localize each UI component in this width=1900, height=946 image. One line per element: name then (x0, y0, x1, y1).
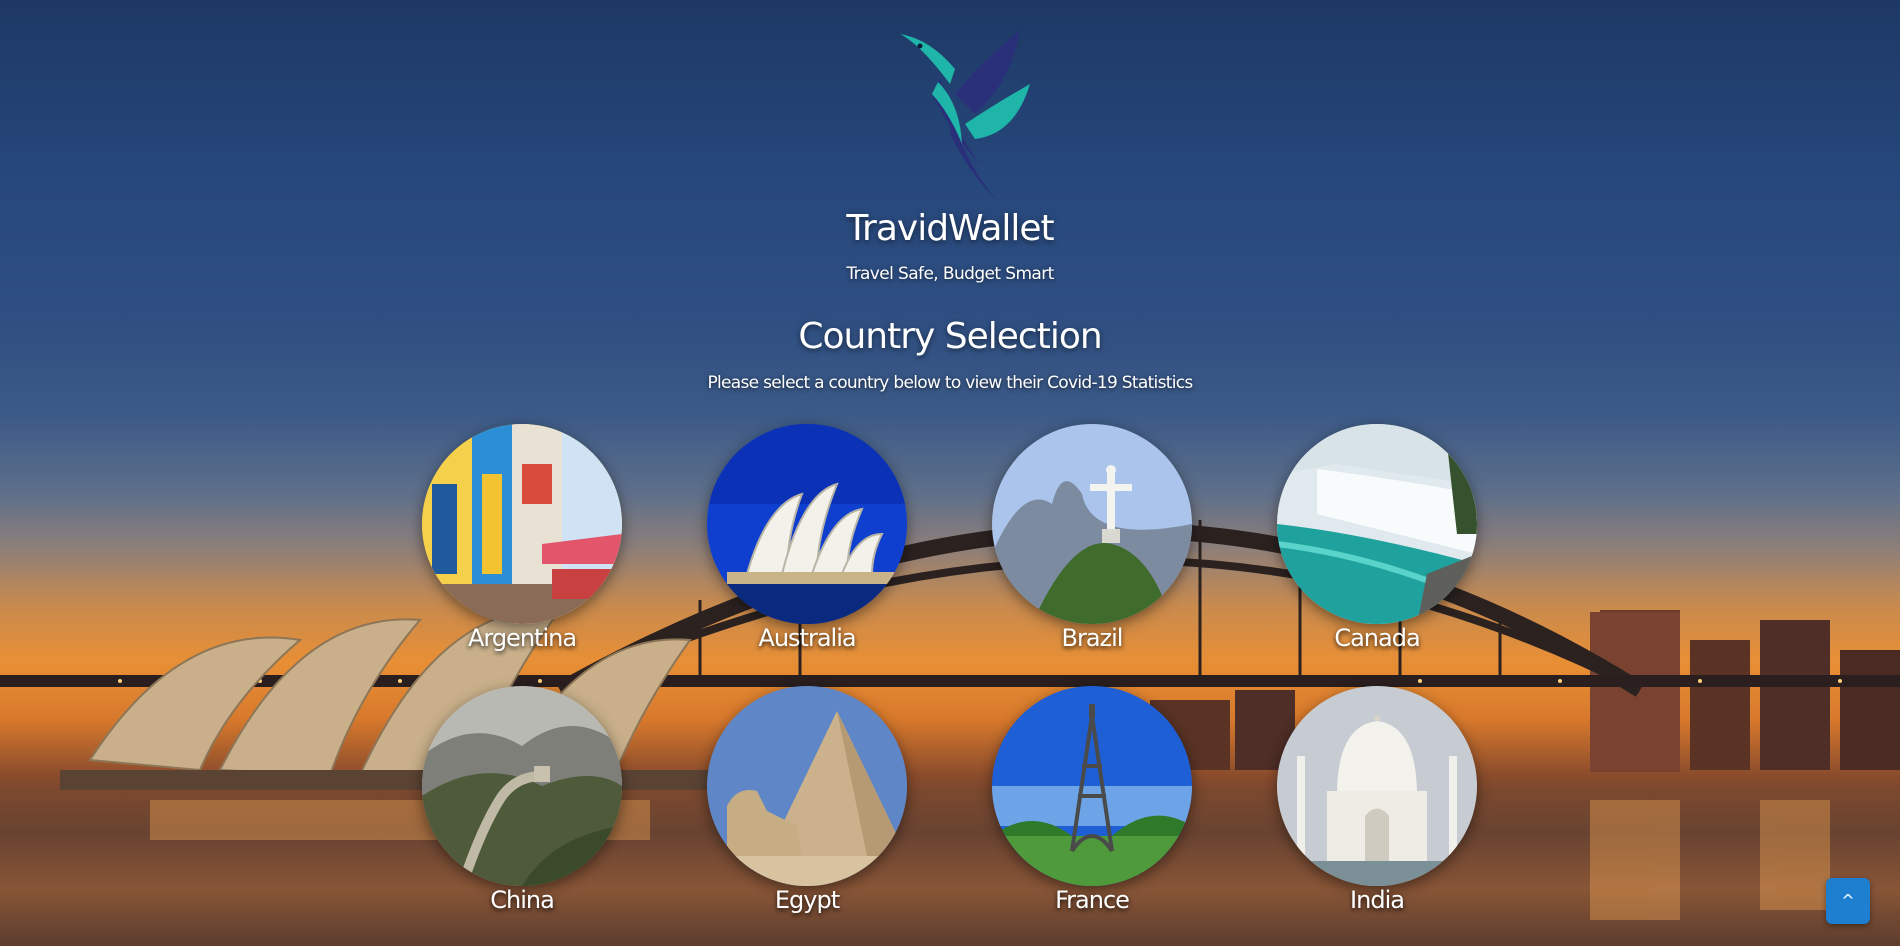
pyramid-sphinx-photo-icon[interactable] (707, 686, 907, 886)
tagline: Travel Safe, Budget Smart (846, 264, 1054, 284)
country-name: France (1055, 886, 1130, 914)
country-card-brazil[interactable]: Brazil (992, 424, 1192, 664)
country-card-india[interactable]: India (1277, 686, 1477, 926)
taj-mahal-photo-icon[interactable] (1277, 686, 1477, 886)
christ-redeemer-photo-icon[interactable] (992, 424, 1192, 624)
country-name: Brazil (1061, 624, 1124, 652)
country-card-egypt[interactable]: Egypt (707, 686, 907, 926)
hummingbird-logo-icon (900, 30, 1030, 202)
niagara-falls-photo-icon[interactable] (1277, 424, 1477, 624)
colorful-street-photo-icon[interactable] (422, 424, 622, 624)
country-name: China (490, 886, 555, 914)
country-card-france[interactable]: France (992, 686, 1192, 926)
eiffel-tower-photo-icon[interactable] (992, 686, 1192, 886)
great-wall-photo-icon[interactable] (422, 686, 622, 886)
country-card-argentina[interactable]: Argentina (422, 424, 622, 664)
country-name: Australia (758, 624, 856, 652)
country-name: Argentina (467, 624, 577, 652)
country-card-australia[interactable]: Australia (707, 424, 907, 664)
country-card-canada[interactable]: Canada (1277, 424, 1477, 664)
opera-house-photo-icon[interactable] (707, 424, 907, 624)
page-title: Country Selection (798, 316, 1102, 357)
country-name: India (1350, 886, 1405, 914)
country-card-china[interactable]: China (422, 686, 622, 926)
country-name: Canada (1334, 624, 1420, 652)
brand-name: TravidWallet (846, 208, 1054, 249)
scroll-to-top-button[interactable]: ^ (1826, 878, 1870, 924)
instructions-text: Please select a country below to view th… (707, 373, 1193, 393)
country-name: Egypt (774, 886, 840, 914)
